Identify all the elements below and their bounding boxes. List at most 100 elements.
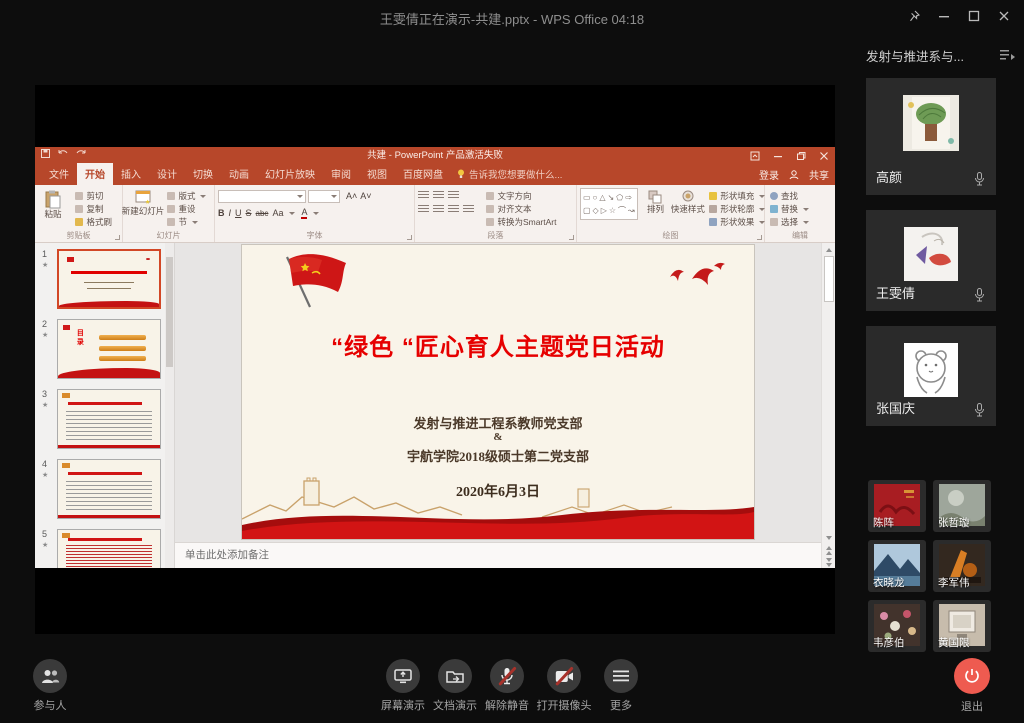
scrollbar-track[interactable] — [822, 256, 836, 531]
strikethrough-button[interactable]: S — [246, 208, 252, 218]
scroll-down-button[interactable] — [822, 531, 836, 544]
ribbon-display-button[interactable] — [748, 149, 762, 163]
maximize-button[interactable] — [964, 6, 984, 26]
more-button[interactable]: 更多 — [595, 659, 647, 713]
paste-label: 粘贴 — [44, 209, 61, 219]
paragraph-dialog-launcher[interactable] — [569, 235, 574, 240]
participants-button[interactable]: 参与人 — [24, 659, 76, 713]
doc-share-button[interactable]: 文档演示 — [429, 659, 481, 713]
shadow-button[interactable]: abc — [256, 209, 269, 218]
tab-animations[interactable]: 动画 — [221, 163, 257, 185]
bold-button[interactable]: B — [218, 208, 225, 218]
participant-tile[interactable]: 王雯倩 — [866, 210, 996, 311]
shrink-font-button[interactable]: A˅ — [360, 191, 371, 201]
participant-tile[interactable]: 高颜 — [866, 78, 996, 195]
font-dialog-launcher[interactable] — [407, 235, 412, 240]
panel-toggle-icon[interactable] — [1000, 49, 1016, 61]
share-button[interactable]: 共享 — [809, 167, 829, 182]
find-button[interactable]: 查找 — [770, 190, 811, 202]
arrange-icon — [648, 190, 662, 204]
tab-insert[interactable]: 插入 — [113, 163, 149, 185]
animation-star-icon — [42, 329, 48, 339]
layout-button[interactable]: 版式 — [167, 190, 208, 202]
screen-share-button[interactable]: 屏幕演示 — [377, 659, 429, 713]
align-left-icon[interactable] — [418, 205, 429, 214]
tab-review[interactable]: 审阅 — [323, 163, 359, 185]
numbering-icon[interactable] — [433, 191, 444, 200]
indent-icon[interactable] — [448, 191, 459, 200]
align-center-icon[interactable] — [433, 205, 444, 214]
tab-file[interactable]: 文件 — [41, 163, 77, 185]
next-slide-button[interactable] — [826, 556, 832, 568]
text-direction-button[interactable]: 文字方向 — [486, 190, 556, 202]
tab-slideshow[interactable]: 幻灯片放映 — [257, 163, 323, 185]
tell-me-box[interactable]: 告诉我您想要做什么... — [451, 167, 568, 185]
font-color-button[interactable]: A — [301, 208, 307, 219]
format-painter-button[interactable]: 格式刷 — [75, 216, 112, 228]
shape-fill-button[interactable]: 形状填充 — [709, 190, 767, 202]
reset-button[interactable]: 重设 — [167, 203, 208, 215]
align-right-icon[interactable] — [448, 205, 459, 214]
slide-canvas[interactable]: “绿色 “匠心育人主题党日活动 发射与推进工程系教师党支部 & 宇航学院2018… — [242, 245, 754, 539]
justify-icon[interactable] — [463, 205, 474, 214]
clipboard-dialog-launcher[interactable] — [115, 235, 120, 240]
replace-button[interactable]: 替换 — [770, 203, 811, 215]
underline-button[interactable]: U — [235, 208, 242, 218]
notes-pane[interactable]: 单击此处添加备注 — [175, 542, 821, 568]
text-direction-icon — [486, 192, 494, 200]
quick-styles-button[interactable]: 快速样式 — [673, 188, 703, 214]
drawing-dialog-launcher[interactable] — [757, 235, 762, 240]
participant-tile[interactable]: 陈阵 — [868, 480, 926, 532]
thumbnail-scrollbar[interactable] — [165, 243, 174, 568]
align-text-button[interactable]: 对齐文本 — [486, 203, 556, 215]
participant-tile[interactable]: 韦彦伯 — [868, 600, 926, 652]
participant-tile[interactable]: 黄国限 — [933, 600, 991, 652]
change-case-button[interactable]: Aa — [272, 208, 283, 218]
participant-tile[interactable]: 衣晓龙 — [868, 540, 926, 592]
participant-tile[interactable]: 张国庆 — [866, 326, 996, 426]
bullets-icon[interactable] — [418, 191, 429, 200]
section-button[interactable]: 节 — [167, 216, 208, 228]
ppt-close-button[interactable] — [817, 149, 831, 163]
italic-button[interactable]: I — [229, 208, 232, 218]
participant-tile[interactable]: 张哲璇 — [933, 480, 991, 532]
tab-baidu-netdisk[interactable]: 百度网盘 — [395, 163, 451, 185]
previous-slide-button[interactable] — [826, 544, 832, 556]
pin-button[interactable] — [904, 6, 924, 26]
new-slide-button[interactable]: 新建幻灯片 — [126, 188, 160, 216]
font-name-select[interactable] — [218, 190, 306, 203]
slide-thumbnail-3[interactable] — [57, 389, 161, 449]
tab-transitions[interactable]: 切换 — [185, 163, 221, 185]
copy-button[interactable]: 复制 — [75, 203, 112, 215]
slide-thumbnail-4[interactable] — [57, 459, 161, 519]
scroll-up-button[interactable] — [822, 243, 836, 256]
ppt-restore-button[interactable] — [794, 149, 808, 163]
tab-home[interactable]: 开始 — [77, 163, 113, 185]
slide-thumbnail-1[interactable] — [57, 249, 161, 309]
arrange-button[interactable]: 排列 — [642, 188, 668, 214]
cut-button[interactable]: 剪切 — [75, 190, 112, 202]
paste-button[interactable]: 粘贴 — [38, 188, 68, 219]
unmute-button[interactable]: 解除静音 — [481, 659, 533, 713]
exit-button[interactable]: 退出 — [946, 658, 998, 714]
participant-tile[interactable]: 李军伟 — [933, 540, 991, 592]
scrollbar-thumb[interactable] — [824, 256, 834, 302]
camera-button[interactable]: 打开摄像头 — [533, 659, 595, 713]
login-button[interactable]: 登录 — [759, 167, 779, 182]
ppt-minimize-icon — [773, 151, 783, 161]
shapes-gallery[interactable]: ▭○△↘⬠⇨▢◇▷☆⌒↝ — [580, 188, 638, 220]
tab-view[interactable]: 视图 — [359, 163, 395, 185]
slide-thumbnail-2[interactable]: 目录 — [57, 319, 161, 379]
minimize-button[interactable] — [934, 6, 954, 26]
grow-font-button[interactable]: A˄ — [346, 191, 357, 201]
ppt-minimize-button[interactable] — [771, 149, 785, 163]
close-button[interactable] — [994, 6, 1014, 26]
unmute-label: 解除静音 — [485, 697, 529, 713]
select-button[interactable]: 选择 — [770, 216, 811, 228]
shape-effects-button[interactable]: 形状效果 — [709, 216, 767, 228]
smartart-button[interactable]: 转换为SmartArt — [486, 216, 556, 228]
slide-thumbnail-5[interactable] — [57, 529, 161, 568]
font-size-select[interactable] — [308, 190, 340, 203]
shape-outline-button[interactable]: 形状轮廓 — [709, 203, 767, 215]
tab-design[interactable]: 设计 — [149, 163, 185, 185]
